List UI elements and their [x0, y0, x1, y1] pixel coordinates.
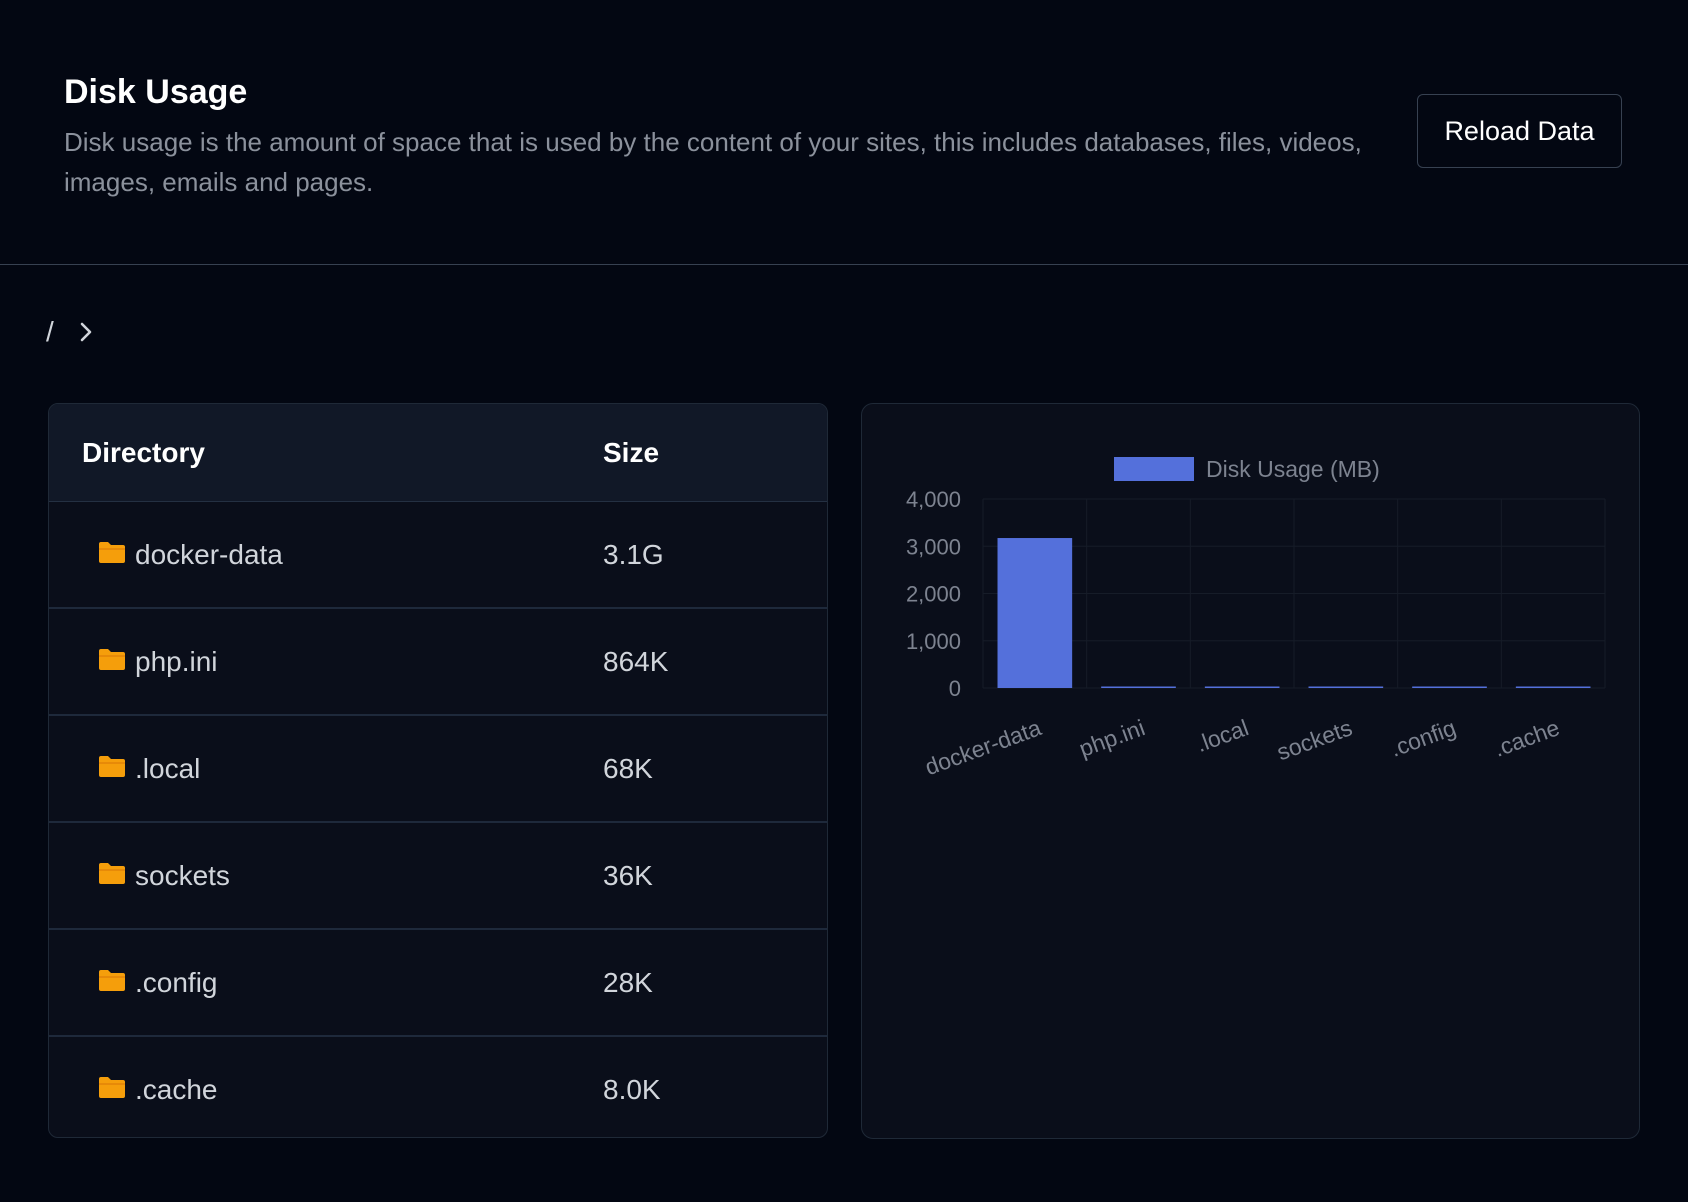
table-row[interactable]: .cache 8.0K — [49, 1037, 827, 1137]
folder-icon — [99, 970, 125, 991]
table-row[interactable]: .config 28K — [49, 930, 827, 1037]
y-tick-label: 4,000 — [906, 487, 961, 512]
x-tick-label: .cache — [1490, 714, 1563, 762]
table-row[interactable]: sockets 36K — [49, 823, 827, 930]
directory-size: 68K — [603, 752, 653, 784]
page-description: Disk usage is the amount of space that i… — [64, 127, 1362, 197]
bar — [1515, 686, 1591, 688]
x-tick-label: .local — [1193, 714, 1252, 757]
legend-swatch — [1114, 457, 1194, 481]
page-header: Disk Usage Disk usage is the amount of s… — [64, 68, 1364, 202]
bar — [1101, 686, 1176, 688]
y-tick-label: 1,000 — [906, 629, 961, 654]
reload-data-button[interactable]: Reload Data — [1417, 94, 1622, 168]
directory-name[interactable]: .config — [135, 967, 218, 999]
bar — [1204, 686, 1280, 688]
bar — [997, 538, 1073, 688]
directory-name[interactable]: .cache — [135, 1074, 218, 1106]
directory-size: 3.1G — [603, 538, 664, 570]
bar — [1308, 686, 1384, 688]
x-tick-label: sockets — [1273, 714, 1355, 765]
folder-icon — [99, 863, 125, 884]
header-divider — [0, 264, 1688, 265]
table-header: Directory Size — [49, 404, 827, 502]
legend-label: Disk Usage (MB) — [1206, 456, 1380, 482]
x-tick-label: php.ini — [1076, 714, 1149, 762]
table-row[interactable]: php.ini 864K — [49, 609, 827, 716]
directory-name[interactable]: sockets — [135, 860, 230, 892]
table-body: docker-data 3.1G php.ini 864K .local 68K socke… — [49, 502, 827, 1137]
x-tick-label: .config — [1387, 714, 1460, 762]
directory-size: 28K — [603, 966, 653, 998]
chevron-right-icon — [80, 322, 92, 342]
bar — [1412, 686, 1487, 688]
breadcrumb-root[interactable]: / — [46, 316, 54, 348]
directory-size: 8.0K — [603, 1073, 661, 1105]
column-header-size: Size — [603, 436, 660, 468]
directory-size: 36K — [603, 859, 653, 891]
breadcrumb: / — [46, 316, 96, 348]
folder-icon — [99, 542, 125, 563]
directory-name[interactable]: php.ini — [135, 646, 218, 678]
page-title: Disk Usage — [64, 73, 248, 111]
disk-usage-chart: Disk Usage (MB) 0 1,000 2,000 3,000 4,000 dock… — [861, 403, 1640, 1139]
directory-name[interactable]: docker-data — [135, 539, 283, 571]
y-tick-label: 2,000 — [906, 582, 961, 607]
folder-icon — [99, 756, 125, 777]
x-tick-label: docker-data — [922, 714, 1045, 780]
y-tick-label: 3,000 — [906, 534, 961, 559]
directory-table: Directory Size docker-data 3.1G php.ini 864… — [48, 403, 828, 1138]
folder-icon — [99, 1077, 125, 1098]
column-header-directory: Directory — [82, 436, 205, 468]
y-tick-label: 0 — [949, 676, 961, 701]
table-row[interactable]: docker-data 3.1G — [49, 502, 827, 609]
disk-usage-chart-svg: Disk Usage (MB) 0 1,000 2,000 3,000 4,000 dock… — [906, 456, 1606, 780]
directory-name[interactable]: .local — [135, 753, 200, 785]
folder-icon — [99, 649, 125, 670]
table-row[interactable]: .local 68K — [49, 716, 827, 823]
directory-size: 864K — [603, 645, 669, 677]
